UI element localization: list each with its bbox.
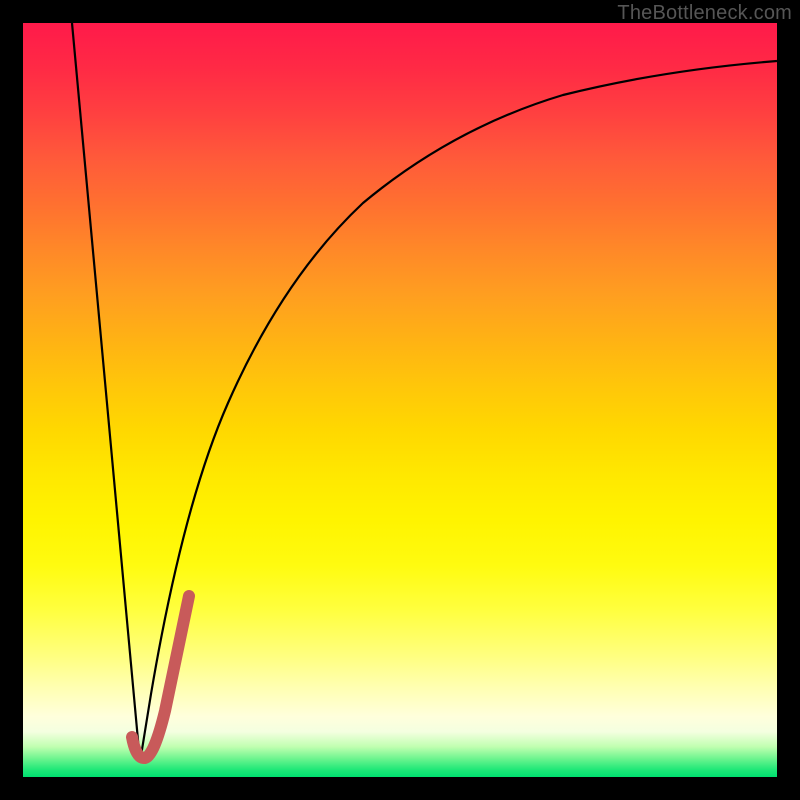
right-ascent-curve: [140, 61, 777, 762]
chart-frame: TheBottleneck.com: [0, 0, 800, 800]
left-descent-line: [72, 23, 140, 762]
curve-layer: [23, 23, 777, 777]
accent-j-stroke: [132, 596, 189, 758]
plot-area: [23, 23, 777, 777]
watermark-text: TheBottleneck.com: [617, 2, 792, 25]
